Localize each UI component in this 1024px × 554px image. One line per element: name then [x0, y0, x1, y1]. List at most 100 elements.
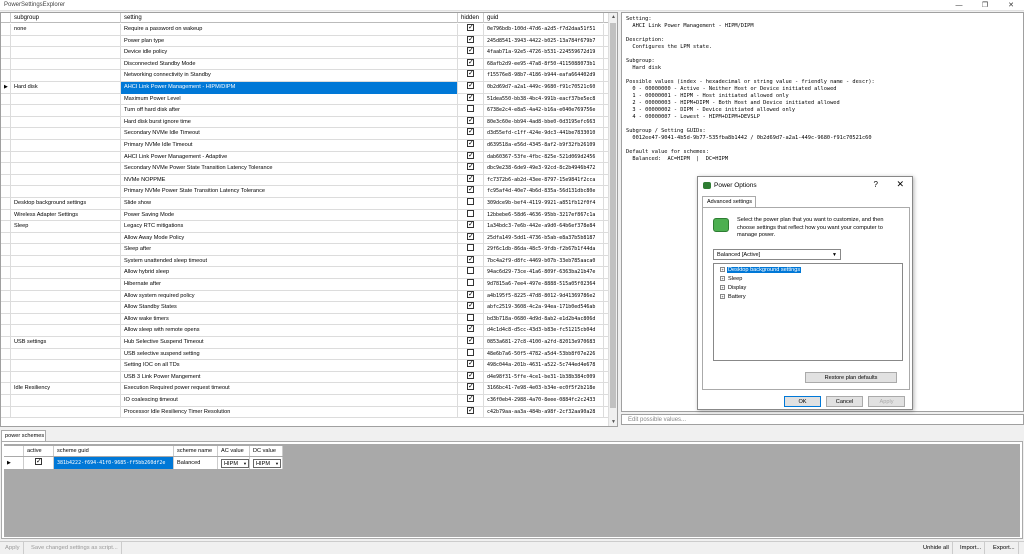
subgroup-cell[interactable] [11, 163, 121, 175]
column-header-subgroup[interactable]: subgroup [11, 13, 121, 23]
subgroup-cell[interactable]: USB settings [11, 337, 121, 349]
dc-value-select[interactable]: HIPM ▼ [250, 457, 283, 469]
grid-scrollbar[interactable]: ▲ ▼ [608, 13, 617, 426]
table-row[interactable]: USB 3 Link Power Mangement d4e98f31-5ffe-… [1, 371, 609, 384]
subgroup-cell[interactable] [11, 70, 121, 82]
table-row[interactable]: USB selective suspend setting 48e6b7a6-50… [1, 348, 609, 361]
table-row[interactable]: Disconnected Standby Mode 68afb2d9-ee95-4… [1, 58, 609, 71]
apply-button[interactable]: Apply [868, 396, 905, 407]
guid-cell[interactable]: abfc2519-3608-4c2a-94ea-171b0ed546ab [484, 302, 604, 314]
subgroup-cell[interactable] [11, 360, 121, 372]
subgroup-cell[interactable] [11, 93, 121, 106]
guid-cell[interactable]: f15576e8-98b7-4186-b944-eafa664402d9 [484, 70, 604, 82]
tree-item-display[interactable]: + Display [720, 284, 747, 292]
table-row[interactable]: ▶ Hard disk AHCI Link Power Management - H… [1, 81, 609, 94]
setting-cell[interactable]: Slide show [121, 197, 458, 210]
scroll-down-icon[interactable]: ▼ [609, 419, 617, 425]
scheme-active-checkbox[interactable] [24, 457, 54, 469]
table-row[interactable]: Device idle policy 4faab71a-92e5-4726-b53… [1, 47, 609, 59]
setting-cell[interactable]: NVMe NOPPME [121, 174, 458, 187]
tree-item-battery[interactable]: + Battery [720, 293, 747, 301]
guid-cell[interactable]: c36f0eb4-2988-4a70-8eee-0884fc2c2433 [484, 395, 604, 407]
subgroup-cell[interactable] [11, 279, 121, 291]
hidden-checkbox[interactable] [458, 163, 484, 175]
guid-cell[interactable]: 3166bc41-7e98-4e03-b34e-ec0f5f2b218e [484, 383, 604, 395]
close-button[interactable]: ✕ [998, 0, 1024, 11]
setting-cell[interactable]: Execution Required power request timeout [121, 383, 458, 395]
subgroup-cell[interactable] [11, 406, 121, 419]
save-script-button[interactable]: Save changed settings as script... [28, 542, 122, 554]
hidden-checkbox[interactable] [458, 221, 484, 233]
subgroup-cell[interactable] [11, 325, 121, 338]
hidden-checkbox[interactable] [458, 360, 484, 372]
subgroup-cell[interactable] [11, 371, 121, 384]
setting-cell[interactable]: Disconnected Standby Mode [121, 58, 458, 71]
guid-cell[interactable]: 94ac6d29-73ce-41a6-809f-6363ba21b47e [484, 267, 604, 280]
guid-cell[interactable]: 48e6b7a6-50f5-4782-a5d4-53bb8f07e226 [484, 348, 604, 361]
hidden-checkbox[interactable] [458, 151, 484, 164]
table-row[interactable]: NVMe NOPPME fc7372b6-ab2d-43ee-8797-15e98… [1, 174, 609, 187]
subgroup-cell[interactable] [11, 232, 121, 245]
subgroup-cell[interactable] [11, 267, 121, 280]
hidden-checkbox[interactable] [458, 302, 484, 314]
table-row[interactable]: Idle Resiliency Execution Required power … [1, 383, 609, 395]
guid-cell[interactable]: a4b195f5-8225-47d8-8012-9d41369786e2 [484, 290, 604, 303]
cancel-button[interactable]: Cancel [826, 396, 863, 407]
hidden-checkbox[interactable] [458, 139, 484, 152]
guid-cell[interactable]: c42b79aa-aa3a-484b-a98f-2cf32aa90a28 [484, 406, 604, 419]
setting-cell[interactable]: Device idle policy [121, 47, 458, 59]
tree-item-desktop-background[interactable]: + Desktop background settings [720, 266, 802, 274]
guid-cell[interactable]: 80e3c60e-bb94-4ad8-bbe0-0d3195efc663 [484, 116, 604, 129]
setting-cell[interactable]: USB selective suspend setting [121, 348, 458, 361]
subgroup-cell[interactable]: Wireless Adapter Settings [11, 209, 121, 222]
hidden-checkbox[interactable] [458, 290, 484, 303]
table-row[interactable]: Secondary NVMe Idle Timeout d3d55efd-c1ff… [1, 128, 609, 140]
unhide-all-button[interactable]: Unhide all [920, 542, 953, 554]
scheme-guid-cell[interactable]: 381b4222-f694-41f0-9685-ff5bb260df2e [54, 457, 174, 469]
column-header-scheme-name[interactable]: scheme name [174, 446, 218, 456]
table-row[interactable]: noneRequire a password on wakeup 0e796bdb… [1, 24, 609, 36]
hidden-checkbox[interactable] [458, 81, 484, 94]
subgroup-cell[interactable] [11, 139, 121, 152]
setting-cell[interactable]: Hub Selective Suspend Timeout [121, 337, 458, 349]
guid-cell[interactable]: 1a34bdc3-7e6b-442e-a9d0-64b6ef378e84 [484, 221, 604, 233]
table-row[interactable]: USB settings Hub Selective Suspend Timeou… [1, 337, 609, 349]
hidden-checkbox[interactable] [458, 244, 484, 256]
setting-cell[interactable]: USB 3 Link Power Mangement [121, 371, 458, 384]
setting-cell[interactable]: Hard disk burst ignore time [121, 116, 458, 129]
table-row[interactable]: Allow sleep with remote opens d4c1d4c8-d5… [1, 325, 609, 338]
guid-cell[interactable]: fc7372b6-ab2d-43ee-8797-15e9841f2cca [484, 174, 604, 187]
table-row[interactable]: Power plan type 245d8541-3943-4422-b025-1… [1, 35, 609, 48]
subgroup-cell[interactable] [11, 151, 121, 164]
setting-cell[interactable]: Allow sleep with remote opens [121, 325, 458, 338]
setting-cell[interactable]: Primary NVMe Power State Transition Late… [121, 186, 458, 198]
table-row[interactable]: Secondary NVMe Power State Transition La… [1, 163, 609, 175]
edit-possible-values-input[interactable]: Edit possible values... [621, 414, 1024, 425]
settings-tree[interactable]: + Desktop background settings + Sleep + Dis… [713, 263, 903, 361]
column-header-setting[interactable]: setting [121, 13, 458, 23]
hidden-checkbox[interactable] [458, 371, 484, 384]
hidden-checkbox[interactable] [458, 232, 484, 245]
guid-cell[interactable]: 4faab71a-92e5-4726-b531-224559672d19 [484, 47, 604, 59]
setting-cell[interactable]: Primary NVMe Idle Timeout [121, 139, 458, 152]
subgroup-cell[interactable] [11, 174, 121, 187]
guid-cell[interactable]: bd3b718a-0680-4d9d-8ab2-e1d2b4ac806d [484, 313, 604, 326]
expand-icon[interactable]: + [720, 267, 725, 273]
subgroup-cell[interactable] [11, 255, 121, 268]
hidden-checkbox[interactable] [458, 70, 484, 82]
subgroup-cell[interactable] [11, 302, 121, 314]
subgroup-cell[interactable] [11, 35, 121, 48]
setting-cell[interactable]: Secondary NVMe Idle Timeout [121, 128, 458, 140]
scheme-row[interactable]: ▶ 381b4222-f694-41f0-9685-ff5bb260df2e B… [4, 457, 283, 469]
guid-cell[interactable]: 309dce9b-bef4-4119-9921-a851fb12f0f4 [484, 197, 604, 210]
subgroup-cell[interactable] [11, 116, 121, 129]
subgroup-cell[interactable] [11, 290, 121, 303]
table-row[interactable]: System unattended sleep timeout 7bc4a2f9-… [1, 255, 609, 268]
expand-icon[interactable]: + [720, 276, 725, 282]
hidden-checkbox[interactable] [458, 395, 484, 407]
column-header-hidden[interactable]: hidden [458, 13, 484, 23]
ac-value-select[interactable]: HIPM ▼ [218, 457, 250, 469]
guid-cell[interactable]: 51dea550-bb38-4bc4-991b-eacf37be5ec8 [484, 93, 604, 106]
guid-cell[interactable]: 6738e2c4-e8a5-4a42-b16a-e040e769756e [484, 105, 604, 117]
guid-cell[interactable]: 29f6c1db-86da-48c5-9fdb-f2b67b1f44da [484, 244, 604, 256]
